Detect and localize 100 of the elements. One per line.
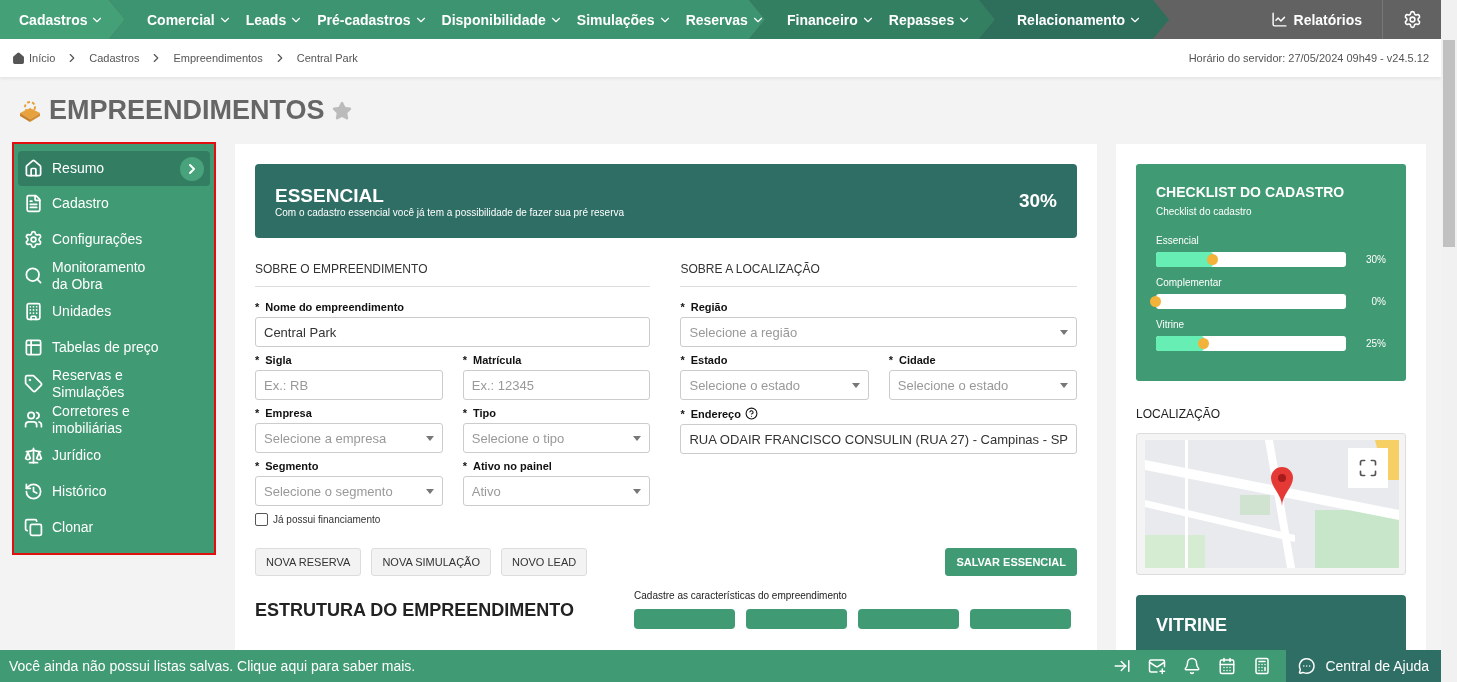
field-label: Estado <box>690 354 728 366</box>
sidebar-item[interactable]: Unidades <box>18 294 210 329</box>
required-mark: * <box>462 354 467 366</box>
select-field[interactable]: Selecione o estado <box>680 370 869 400</box>
progress-label: Essencial <box>1156 235 1200 246</box>
nav-menu-item[interactable]: Comercial <box>147 11 232 28</box>
required-mark: * <box>462 460 467 472</box>
checklist-title: CHECKLIST DO CADASTRO <box>1156 184 1346 200</box>
select-field[interactable]: Selecione a região <box>680 317 1077 347</box>
location-title: LOCALIZAÇÃO <box>1136 407 1222 421</box>
action-button[interactable]: NOVA SIMULAÇÃO <box>371 548 491 576</box>
sidebar-item[interactable]: Monitoramento da Obra <box>18 258 210 293</box>
select-field[interactable]: Ativo <box>462 476 651 506</box>
copy-icon <box>24 518 43 537</box>
breadcrumb-link[interactable]: Cadastros <box>89 52 140 64</box>
sidebar-item[interactable]: Jurídico <box>18 438 210 473</box>
people-icon <box>24 410 43 429</box>
progress-reading: 0% <box>1370 296 1386 307</box>
section-heading: ESTRUTURA DO EMPREENDIMENTO <box>255 600 575 621</box>
field-label: Matrícula <box>473 354 522 366</box>
scrollbar[interactable] <box>1443 40 1455 247</box>
checkbox[interactable] <box>255 513 268 526</box>
chat-icon <box>1298 657 1316 675</box>
progress-label: Complementar <box>1156 277 1223 288</box>
nav-menu-item[interactable]: Financeiro <box>787 11 875 28</box>
banner-title: ESSENCIAL <box>275 184 385 207</box>
input-field[interactable]: RUA ODAIR FRANCISCO CONSULIN (RUA 27) - Campinas - SP <box>680 424 1077 454</box>
required-mark: * <box>462 407 467 419</box>
save-button[interactable]: SALVAR ESSENCIAL <box>945 548 1077 576</box>
fullscreen-button[interactable] <box>1348 448 1388 488</box>
settings-icon[interactable] <box>1402 10 1422 29</box>
calendar-icon[interactable] <box>1218 657 1236 675</box>
select-field[interactable]: Selecione a empresa <box>255 423 443 453</box>
required-mark: * <box>680 354 685 366</box>
arrow-to-line-icon[interactable] <box>1113 657 1131 675</box>
sidebar-item[interactable]: Resumo <box>18 151 210 186</box>
breadcrumb-link[interactable]: Início <box>12 51 56 65</box>
progress-reading: 25% <box>1365 338 1386 349</box>
select-field[interactable]: Selecione o segmento <box>255 476 443 506</box>
sidebar-item[interactable]: Cadastro <box>18 186 210 221</box>
select-field[interactable]: Selecione o tipo <box>462 423 651 453</box>
sidebar-item[interactable]: Reservas e Simulações <box>18 366 210 401</box>
magnifier-icon <box>24 266 43 285</box>
nav-menu-item[interactable]: Leads <box>245 11 304 28</box>
gear-icon <box>24 230 43 249</box>
section-title: SOBRE A LOCALIZAÇÃO <box>680 262 1077 287</box>
vitrine-title: VITRINE <box>1156 615 1227 635</box>
field-label: Nome do empreendimento <box>265 301 405 313</box>
field-label: Ativo no painel <box>473 460 552 472</box>
nav-menu-item[interactable]: Simulações <box>576 11 672 28</box>
banner-subtitle: Com o cadastro essencial você já tem a possibilidade de fazer sua pré reserva <box>275 206 625 218</box>
field-label: Empresa <box>265 407 312 419</box>
tag-icon <box>24 374 43 393</box>
nav-menu-item[interactable]: Repasses <box>888 11 972 28</box>
home-icon <box>24 159 43 178</box>
input-field[interactable]: Central Park <box>255 317 651 347</box>
sidebar-item[interactable]: Corretores e imobiliárias <box>18 402 210 437</box>
sidebar-item[interactable]: Configurações <box>18 222 210 257</box>
chevron-icon <box>180 156 204 181</box>
sidebar-item[interactable]: Clonar <box>18 510 210 545</box>
server-time: Horário do servidor: 27/05/2024 09h49 - v24.5.12 <box>1188 52 1429 64</box>
section-title: SOBRE O EMPREENDIMENTO <box>255 262 651 287</box>
field-label: Sigla <box>265 354 292 366</box>
breadcrumb-link[interactable]: Empreendimentos <box>173 52 263 64</box>
table-icon <box>24 338 43 357</box>
required-mark: * <box>680 407 685 420</box>
bell-icon[interactable] <box>1183 657 1201 675</box>
field-label: Segmento <box>265 460 319 472</box>
required-mark: * <box>255 407 260 419</box>
action-button[interactable]: NOVA RESERVA <box>255 548 362 576</box>
building-logo-icon <box>18 98 42 123</box>
breadcrumb-link[interactable]: Central Park <box>296 52 358 64</box>
sidebar-item[interactable]: Histórico <box>18 474 210 509</box>
input-field[interactable]: Ex.: RB <box>255 370 443 400</box>
section-hint: Cadastre as características do empreendimento <box>634 590 848 601</box>
nav-menu-item[interactable]: Disponibilidade <box>441 11 563 28</box>
action-button[interactable]: NOVO LEAD <box>501 548 588 576</box>
required-mark: * <box>680 301 685 313</box>
nav-menu-item[interactable]: Pré-cadastros <box>317 11 428 28</box>
progress-label: Vitrine <box>1156 319 1186 330</box>
sidebar-item[interactable]: Tabelas de preço <box>18 330 210 365</box>
select-field[interactable]: Selecione o estado <box>888 370 1077 400</box>
calculator-icon[interactable] <box>1253 657 1271 675</box>
checklist-subtitle: Checklist do cadastro <box>1156 206 1253 217</box>
field-label: Região <box>690 301 728 313</box>
required-mark: * <box>255 460 260 472</box>
field-label: Tipo <box>473 407 497 419</box>
field-label: Cidade <box>899 354 936 366</box>
help-icon[interactable] <box>744 407 758 420</box>
nav-menu-item[interactable]: Reservas <box>685 11 765 28</box>
input-field[interactable]: Ex.: 12345 <box>462 370 651 400</box>
fullscreen-icon <box>1358 458 1378 478</box>
star-icon[interactable] <box>331 100 352 121</box>
saved-lists-message[interactable]: Você ainda não possui listas salvas. Clique aqui para saber mais. <box>0 650 425 682</box>
help-center-link[interactable]: Central de Ajuda <box>1286 650 1441 682</box>
field-label: Endereço <box>690 407 741 420</box>
page-title: EMPREENDIMENTOS <box>49 95 325 126</box>
mail-icon[interactable] <box>1148 657 1166 675</box>
checkbox-label: Já possui financiamento <box>273 514 381 525</box>
history-icon <box>24 482 43 501</box>
